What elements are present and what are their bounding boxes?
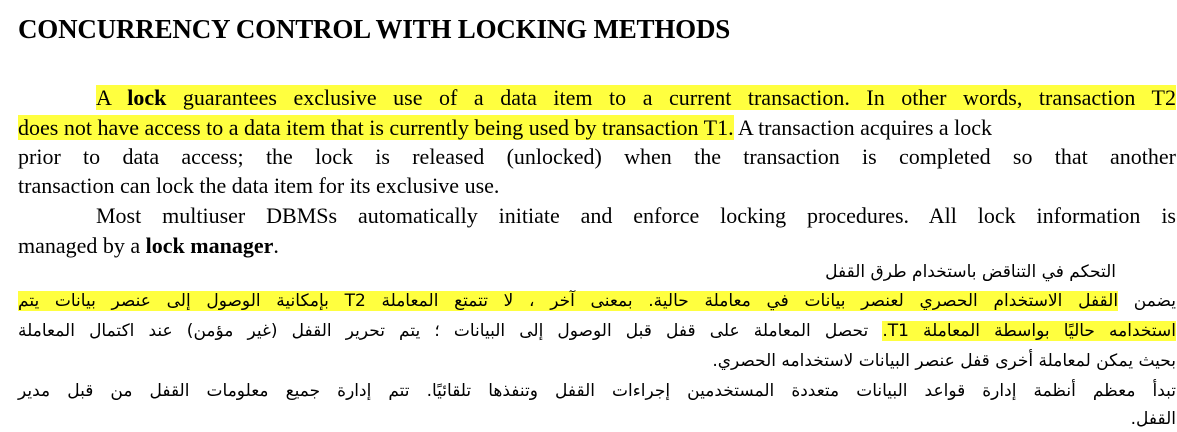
- arabic-title: التحكم في التناقض باستخدام طرق القفل: [825, 262, 1116, 282]
- term-lock: lock: [127, 85, 167, 110]
- english-p1-line1: A lock guarantees exclusive use of a dat…: [18, 84, 1176, 112]
- highlighted-text: استخدامه حاليًا بواسطة المعاملة T1.: [882, 321, 1176, 341]
- highlighted-text: القفل الاستخدام الحصري لعنصر بيانات في م…: [18, 291, 1119, 311]
- arabic-p2-line2: القفل.: [1130, 409, 1176, 429]
- english-p1-line4: transaction can lock the data item for i…: [18, 173, 500, 198]
- arabic-p1-line2: استخدامه حاليًا بواسطة المعاملة T1. تحصل…: [18, 321, 1176, 341]
- arabic-p1-line3: بحيث يمكن لمعاملة أخرى قفل عنصر البيانات…: [712, 351, 1176, 371]
- highlighted-text: A lock guarantees exclusive use of a dat…: [96, 85, 1176, 110]
- english-p2-line1: Most multiuser DBMSs automatically initi…: [96, 203, 1176, 228]
- page-title: CONCURRENCY CONTROL WITH LOCKING METHODS: [18, 14, 731, 44]
- highlighted-text: does not have access to a data item that…: [18, 115, 734, 140]
- arabic-p2-line1: تبدأ معظم أنظمة إدارة قواعد البيانات متع…: [18, 381, 1176, 401]
- arabic-p1-line1: يضمن القفل الاستخدام الحصري لعنصر بيانات…: [18, 291, 1176, 311]
- english-p2-line2: managed by a lock manager.: [18, 233, 279, 258]
- term-lock-manager: lock manager: [145, 233, 274, 258]
- english-p1-line3: prior to data access; the lock is releas…: [18, 144, 1176, 169]
- english-p1-line2: does not have access to a data item that…: [18, 115, 993, 140]
